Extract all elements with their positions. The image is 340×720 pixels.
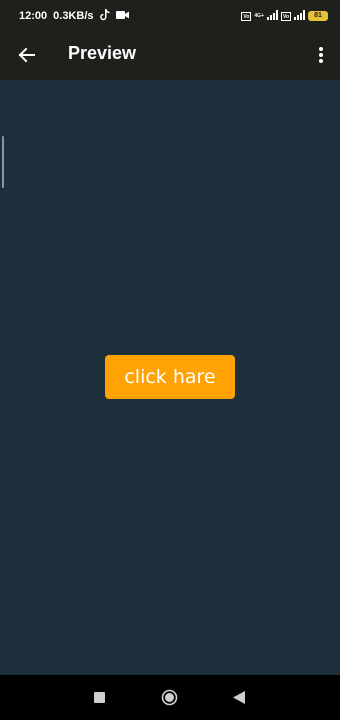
video-camera-icon <box>115 10 129 23</box>
click-here-button[interactable]: click hare <box>105 355 235 399</box>
recents-button[interactable] <box>94 692 105 703</box>
volte-icon-2: Vo <box>281 11 291 21</box>
preview-area: click hare <box>0 80 340 675</box>
overflow-menu-button[interactable] <box>312 42 330 68</box>
tiktok-icon <box>99 8 110 24</box>
volte-icon: Vo <box>241 11 252 21</box>
home-button[interactable] <box>161 689 178 706</box>
more-vert-icon <box>319 47 323 63</box>
back-button[interactable] <box>14 42 40 68</box>
arrow-left-icon <box>18 47 35 63</box>
network-type-label: 4G+ <box>254 13 264 19</box>
navigation-bar <box>0 675 340 720</box>
page-title: Preview <box>68 43 137 63</box>
nav-back-button[interactable] <box>232 690 246 705</box>
status-right: Vo 4G+ Vo 81 <box>241 9 328 23</box>
status-left: 12:00 0.3KB/s <box>19 8 129 24</box>
triangle-left-icon <box>233 691 245 704</box>
signal-icon-2 <box>294 9 305 23</box>
scroll-indicator[interactable] <box>2 136 4 188</box>
circle-icon <box>161 689 178 706</box>
status-time: 12:00 <box>19 10 48 22</box>
status-bar: 12:00 0.3KB/s Vo 4G+ Vo 81 <box>0 0 340 32</box>
status-speed: 0.3KB/s <box>53 10 94 22</box>
app-bar: Preview <box>0 32 340 80</box>
battery-icon: 81 <box>308 11 328 21</box>
signal-icon <box>267 9 278 23</box>
